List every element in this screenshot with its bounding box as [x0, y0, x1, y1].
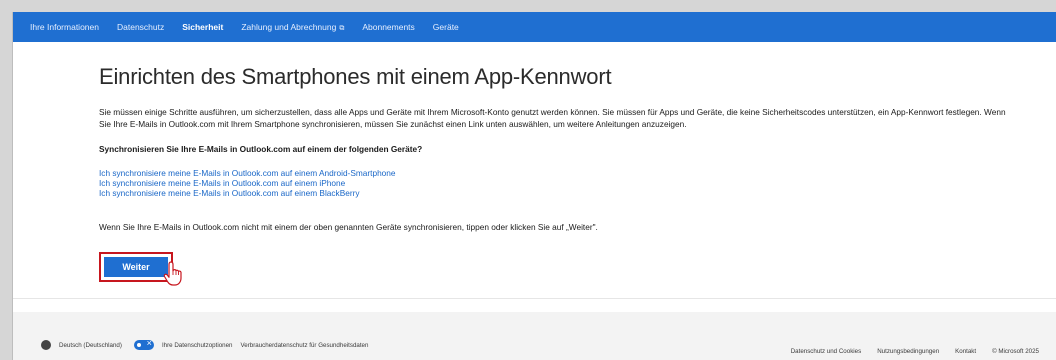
external-link-icon: ⧉: [339, 24, 345, 32]
nav-item-geraete[interactable]: Geräte: [424, 22, 468, 32]
nav-item-sicherheit[interactable]: Sicherheit: [173, 22, 232, 32]
device-links: Ich synchronisiere meine E-Mails in Outl…: [99, 168, 1029, 198]
language-selector[interactable]: Deutsch (Deutschland): [59, 342, 122, 349]
health-privacy-link[interactable]: Verbraucherdatenschutz für Gesundheitsda…: [240, 342, 368, 349]
page-title: Einrichten des Smartphones mit einem App…: [99, 64, 612, 89]
privacy-choices-icon: [133, 338, 154, 350]
nav-item-abonnements[interactable]: Abonnements: [353, 22, 423, 32]
highlight-box: Weiter: [99, 252, 182, 286]
account-nav-bar: Ihre Informationen Datenschutz Sicherhei…: [13, 12, 1056, 42]
page-footer: Deutsch (Deutschland) Ihre Datenschutzop…: [13, 312, 1056, 360]
globe-icon: [41, 340, 51, 350]
android-link[interactable]: Ich synchronisiere meine E-Mails in Outl…: [99, 168, 1029, 178]
privacy-choices-link[interactable]: Ihre Datenschutzoptionen: [162, 342, 233, 349]
browser-page: Ihre Informationen Datenschutz Sicherhei…: [12, 12, 1056, 360]
nav-item-zahlung-und-abrechnung[interactable]: Zahlung und Abrechnung ⧉: [232, 22, 353, 33]
content-divider: [13, 298, 1056, 299]
footer-left: Deutsch (Deutschland) Ihre Datenschutzop…: [41, 338, 368, 350]
nav-item-datenschutz[interactable]: Datenschutz: [108, 22, 173, 32]
footer-link-nutzungsbedingungen[interactable]: Nutzungsbedingungen: [877, 348, 939, 355]
main-content: Einrichten des Smartphones mit einem App…: [99, 64, 1029, 286]
intro-text: Sie müssen einige Schritte ausführen, um…: [99, 107, 1006, 129]
footer-link-datenschutz-cookies[interactable]: Datenschutz und Cookies: [791, 348, 862, 355]
footer-copyright: © Microsoft 2025: [992, 348, 1039, 355]
continue-note: Wenn Sie Ihre E-Mails in Outlook.com nic…: [99, 222, 598, 232]
weiter-button[interactable]: Weiter: [104, 257, 168, 277]
iphone-link[interactable]: Ich synchronisiere meine E-Mails in Outl…: [99, 178, 1029, 188]
footer-link-kontakt[interactable]: Kontakt: [955, 348, 976, 355]
sync-question: Synchronisieren Sie Ihre E-Mails in Outl…: [99, 144, 423, 154]
nav-item-zahlung-label: Zahlung und Abrechnung: [241, 21, 337, 32]
nav-item-ihre-informationen[interactable]: Ihre Informationen: [21, 22, 108, 32]
hand-pointer-icon: [163, 261, 182, 286]
footer-right: Datenschutz und Cookies Nutzungsbedingun…: [791, 348, 1039, 355]
blackberry-link[interactable]: Ich synchronisiere meine E-Mails in Outl…: [99, 188, 1029, 198]
